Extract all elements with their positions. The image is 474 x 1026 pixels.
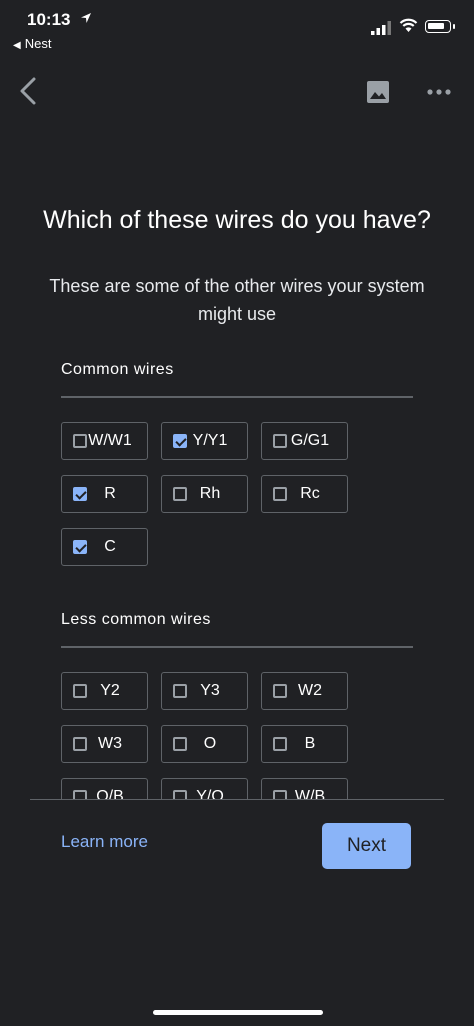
checkbox[interactable] <box>173 487 187 501</box>
wire-label: Y/Y1 <box>192 432 228 449</box>
wire-chip-o-b[interactable]: O/B <box>61 778 148 800</box>
checkbox[interactable] <box>173 737 187 751</box>
learn-more-link[interactable]: Learn more <box>61 832 148 852</box>
wire-chip-b[interactable]: B <box>261 725 348 763</box>
checkbox[interactable] <box>73 434 87 448</box>
image-icon[interactable] <box>364 78 392 106</box>
back-triangle-icon: ◀ <box>13 40 21 51</box>
wire-chip-y-o[interactable]: Y/O <box>161 778 248 800</box>
wire-label: R <box>104 485 116 502</box>
status-bar: 10:13 ◀ Nest <box>0 0 474 56</box>
battery-tip <box>453 24 455 29</box>
page-title: Which of these wires do you have? <box>43 206 431 234</box>
footer-divider <box>30 799 444 800</box>
wifi-icon <box>399 18 418 32</box>
wire-chip-rh[interactable]: Rh <box>161 475 248 513</box>
checkbox[interactable] <box>273 434 287 448</box>
wire-chip-rc[interactable]: Rc <box>261 475 348 513</box>
wire-label: W3 <box>98 735 122 752</box>
cellular-signal-icon <box>371 21 391 35</box>
wire-chip-w-w1[interactable]: W/W1 <box>61 422 148 460</box>
page-subtitle: These are some of the other wires your s… <box>49 276 425 324</box>
back-app-label: Nest <box>24 36 52 51</box>
checkbox[interactable] <box>173 684 187 698</box>
wire-chip-w3[interactable]: W3 <box>61 725 148 763</box>
location-arrow-icon <box>81 13 91 23</box>
back-arrow-icon[interactable] <box>16 76 42 106</box>
checkbox[interactable] <box>73 487 87 501</box>
wire-label: Y3 <box>200 682 220 699</box>
checkbox[interactable] <box>73 684 87 698</box>
common-wires-heading: Common wires <box>61 361 174 378</box>
wire-chip-w2[interactable]: W2 <box>261 672 348 710</box>
checkbox[interactable] <box>73 737 87 751</box>
checkbox[interactable] <box>273 487 287 501</box>
home-indicator[interactable] <box>153 1010 323 1015</box>
checkbox[interactable] <box>173 434 187 448</box>
checkbox[interactable] <box>73 540 87 554</box>
wire-label: W/W1 <box>88 432 132 449</box>
wire-chip-y2[interactable]: Y2 <box>61 672 148 710</box>
wire-chip-w-b[interactable]: W/B <box>261 778 348 800</box>
common-wires-divider <box>61 396 413 398</box>
wire-chip-c[interactable]: C <box>61 528 148 566</box>
wire-label: C <box>104 538 116 555</box>
next-button[interactable]: Next <box>322 823 411 869</box>
wire-chip-o[interactable]: O <box>161 725 248 763</box>
wire-chip-y3[interactable]: Y3 <box>161 672 248 710</box>
more-options-icon[interactable] <box>424 80 454 104</box>
wire-label: B <box>304 735 316 752</box>
back-to-app-link[interactable]: ◀ Nest <box>13 36 51 51</box>
wire-chip-r[interactable]: R <box>61 475 148 513</box>
wire-label: W2 <box>298 682 322 699</box>
wire-label: Rc <box>300 485 320 502</box>
wire-chip-y-y1[interactable]: Y/Y1 <box>161 422 248 460</box>
wire-label: O <box>203 735 217 752</box>
wire-label: Y2 <box>100 682 120 699</box>
less-common-wires-heading: Less common wires <box>61 611 211 628</box>
wire-chip-g-g1[interactable]: G/G1 <box>261 422 348 460</box>
wire-list-scroll-area[interactable]: Y2 Y3 W2 W3 O B O/B Y/O W/B <box>0 640 474 800</box>
battery-icon <box>425 20 451 33</box>
checkbox[interactable] <box>273 737 287 751</box>
status-time: 10:13 <box>27 10 71 29</box>
wire-label: G/G1 <box>290 432 330 449</box>
checkbox[interactable] <box>273 684 287 698</box>
wire-label: Rh <box>199 485 221 502</box>
